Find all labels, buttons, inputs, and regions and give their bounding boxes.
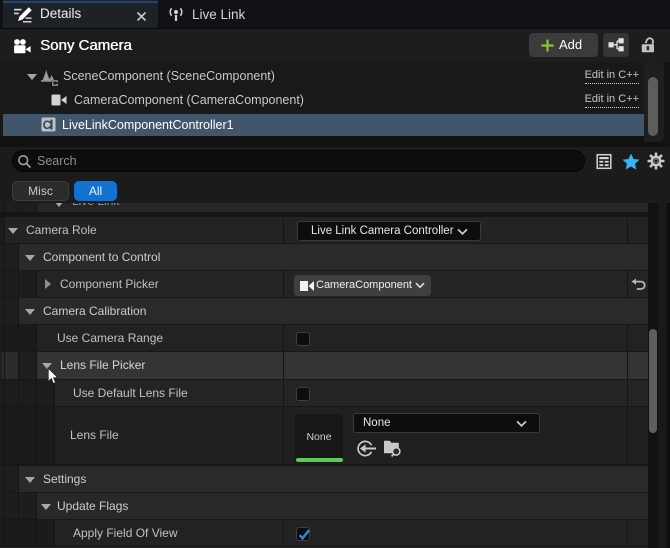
svg-text:C: C <box>43 120 51 132</box>
